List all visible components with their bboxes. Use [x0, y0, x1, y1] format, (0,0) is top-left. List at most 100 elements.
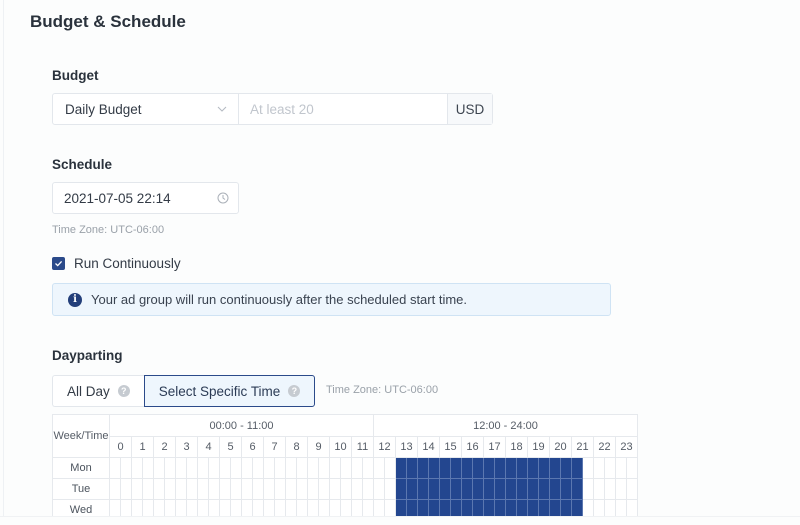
time-slot-cell[interactable] — [285, 478, 297, 500]
time-slot-cell[interactable] — [340, 478, 352, 500]
time-slot-cell[interactable] — [109, 457, 121, 479]
checkbox-checked-icon[interactable] — [52, 257, 65, 270]
hour-header[interactable]: 12 — [373, 436, 396, 458]
time-slot-cell[interactable] — [505, 457, 517, 479]
hour-header[interactable]: 9 — [307, 436, 330, 458]
hour-header[interactable]: 16 — [461, 436, 484, 458]
time-slot-cell[interactable] — [142, 478, 154, 500]
time-slot-cell[interactable] — [571, 478, 583, 500]
time-slot-cell[interactable] — [142, 457, 154, 479]
time-slot-cell[interactable] — [340, 457, 352, 479]
time-slot-cell[interactable] — [241, 478, 253, 500]
hour-header[interactable]: 2 — [153, 436, 176, 458]
start-datetime-picker[interactable]: 2021-07-05 22:14 — [52, 182, 239, 214]
time-slot-cell[interactable] — [219, 478, 231, 500]
time-slot-cell[interactable] — [263, 457, 275, 479]
time-slot-cell[interactable] — [384, 478, 396, 500]
hour-header[interactable]: 23 — [615, 436, 638, 458]
hour-header[interactable]: 13 — [395, 436, 418, 458]
time-slot-cell[interactable] — [593, 457, 605, 479]
time-slot-cell[interactable] — [362, 457, 374, 479]
time-slot-cell[interactable] — [395, 478, 407, 500]
time-slot-cell[interactable] — [175, 457, 187, 479]
time-slot-cell[interactable] — [527, 478, 539, 500]
hour-header[interactable]: 17 — [483, 436, 506, 458]
time-slot-cell[interactable] — [164, 457, 176, 479]
time-slot-cell[interactable] — [318, 478, 330, 500]
hour-header[interactable]: 14 — [417, 436, 440, 458]
time-slot-cell[interactable] — [208, 478, 220, 500]
time-slot-cell[interactable] — [560, 457, 572, 479]
help-icon[interactable]: ? — [117, 385, 130, 397]
time-slot-cell[interactable] — [285, 457, 297, 479]
time-slot-cell[interactable] — [384, 457, 396, 479]
budget-amount-input[interactable] — [239, 94, 447, 124]
time-slot-cell[interactable] — [483, 478, 495, 500]
day-label[interactable]: Mon — [52, 457, 110, 479]
hour-header[interactable]: 11 — [351, 436, 374, 458]
hour-header[interactable]: 3 — [175, 436, 198, 458]
time-slot-cell[interactable] — [274, 478, 286, 500]
hour-header[interactable]: 1 — [131, 436, 154, 458]
time-slot-cell[interactable] — [417, 478, 429, 500]
time-slot-cell[interactable] — [329, 457, 341, 479]
hour-header[interactable]: 7 — [263, 436, 286, 458]
time-slot-cell[interactable] — [516, 457, 528, 479]
time-slot-cell[interactable] — [626, 457, 638, 479]
hour-header[interactable]: 6 — [241, 436, 264, 458]
time-slot-cell[interactable] — [571, 457, 583, 479]
time-slot-cell[interactable] — [604, 478, 616, 500]
time-slot-cell[interactable] — [472, 478, 484, 500]
time-slot-cell[interactable] — [560, 478, 572, 500]
time-slot-cell[interactable] — [615, 478, 627, 500]
time-slot-cell[interactable] — [175, 478, 187, 500]
time-slot-cell[interactable] — [120, 457, 132, 479]
day-label[interactable]: Tue — [52, 478, 110, 500]
hour-header[interactable]: 5 — [219, 436, 242, 458]
time-slot-cell[interactable] — [439, 457, 451, 479]
hour-header[interactable]: 21 — [571, 436, 594, 458]
time-slot-cell[interactable] — [494, 478, 506, 500]
time-slot-cell[interactable] — [263, 478, 275, 500]
hour-header[interactable]: 22 — [593, 436, 616, 458]
time-slot-cell[interactable] — [296, 478, 308, 500]
hour-header[interactable]: 20 — [549, 436, 572, 458]
time-slot-cell[interactable] — [131, 457, 143, 479]
time-slot-cell[interactable] — [483, 457, 495, 479]
time-slot-cell[interactable] — [186, 457, 198, 479]
time-slot-cell[interactable] — [296, 457, 308, 479]
time-slot-cell[interactable] — [406, 478, 418, 500]
hour-header[interactable]: 15 — [439, 436, 462, 458]
time-slot-cell[interactable] — [329, 478, 341, 500]
time-slot-cell[interactable] — [582, 457, 594, 479]
time-slot-cell[interactable] — [516, 478, 528, 500]
time-slot-cell[interactable] — [219, 457, 231, 479]
time-slot-cell[interactable] — [582, 478, 594, 500]
time-slot-cell[interactable] — [615, 457, 627, 479]
time-slot-cell[interactable] — [186, 478, 198, 500]
time-slot-cell[interactable] — [461, 478, 473, 500]
all-day-option[interactable]: All Day ? — [52, 375, 144, 407]
time-slot-cell[interactable] — [252, 457, 264, 479]
time-slot-cell[interactable] — [362, 478, 374, 500]
time-slot-cell[interactable] — [373, 457, 385, 479]
time-slot-cell[interactable] — [395, 457, 407, 479]
time-slot-cell[interactable] — [593, 478, 605, 500]
time-slot-cell[interactable] — [230, 478, 242, 500]
time-slot-cell[interactable] — [450, 478, 462, 500]
run-continuously-checkbox[interactable]: Run Continuously — [52, 256, 181, 271]
time-slot-cell[interactable] — [549, 457, 561, 479]
time-slot-cell[interactable] — [197, 457, 209, 479]
time-slot-cell[interactable] — [472, 457, 484, 479]
time-slot-cell[interactable] — [373, 478, 385, 500]
hour-header[interactable]: 0 — [109, 436, 132, 458]
time-slot-cell[interactable] — [120, 478, 132, 500]
help-icon[interactable]: ? — [288, 385, 301, 397]
time-slot-cell[interactable] — [461, 457, 473, 479]
time-slot-cell[interactable] — [208, 457, 220, 479]
time-slot-cell[interactable] — [549, 478, 561, 500]
time-slot-cell[interactable] — [527, 457, 539, 479]
time-slot-cell[interactable] — [164, 478, 176, 500]
time-slot-cell[interactable] — [351, 478, 363, 500]
time-slot-cell[interactable] — [505, 478, 517, 500]
